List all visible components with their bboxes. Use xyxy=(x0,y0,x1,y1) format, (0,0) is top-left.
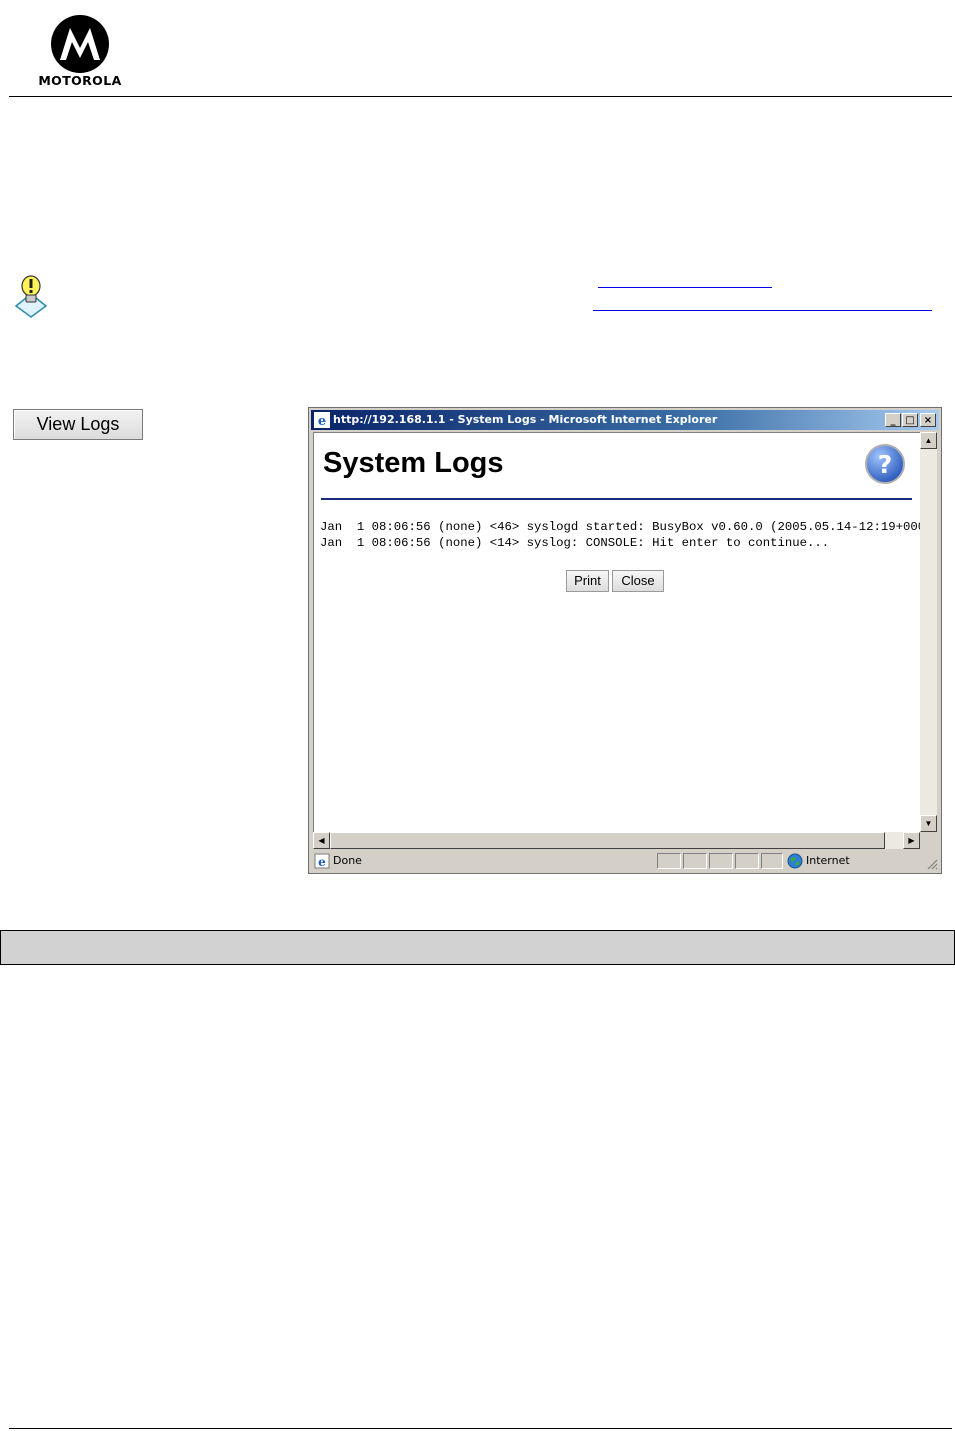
internet-explorer-icon: e xyxy=(314,412,330,428)
hyperlink-underline[interactable] xyxy=(593,310,932,311)
view-logs-button[interactable]: View Logs xyxy=(13,409,143,440)
section-bar xyxy=(0,930,955,965)
maximize-button[interactable]: □ xyxy=(902,413,918,427)
status-text: Done xyxy=(333,854,362,867)
scroll-left-icon[interactable]: ◀ xyxy=(313,832,330,849)
brand-wordmark: MOTOROLA xyxy=(38,73,122,88)
close-window-button[interactable]: × xyxy=(920,413,936,427)
status-pane xyxy=(683,853,707,869)
window-title-bar[interactable]: e http://192.168.1.1 - System Logs - Mic… xyxy=(311,410,939,430)
status-pane xyxy=(761,853,783,869)
status-pane xyxy=(657,853,681,869)
browser-window: e http://192.168.1.1 - System Logs - Mic… xyxy=(308,407,942,874)
log-line: Jan 1 08:06:56 (none) <46> syslogd start… xyxy=(320,520,921,534)
internet-zone-globe-icon xyxy=(787,853,803,869)
status-pane xyxy=(709,853,733,869)
horizontal-scrollbar[interactable]: ◀ ▶ xyxy=(313,832,920,849)
page-title: System Logs xyxy=(323,447,504,479)
security-zone-label: Internet xyxy=(806,854,850,867)
scroll-down-icon[interactable]: ▼ xyxy=(920,815,937,832)
scroll-up-icon[interactable]: ▲ xyxy=(920,432,937,449)
motorola-logo: MOTOROLA xyxy=(18,14,142,88)
scroll-right-icon[interactable]: ▶ xyxy=(903,832,920,849)
scrollbar-corner xyxy=(920,832,937,849)
lightbulb-tip-icon xyxy=(14,275,48,318)
close-button[interactable]: Close xyxy=(612,570,664,592)
svg-text:e: e xyxy=(318,414,326,428)
minimize-button[interactable]: _ xyxy=(885,413,901,427)
log-output: Jan 1 08:06:56 (none) <46> syslogd start… xyxy=(320,519,921,551)
svg-text:e: e xyxy=(318,855,326,869)
header-rule xyxy=(9,96,952,97)
footer-rule xyxy=(9,1428,952,1429)
help-icon[interactable]: ? xyxy=(864,443,906,485)
horizontal-scroll-thumb[interactable] xyxy=(330,832,885,849)
print-button[interactable]: Print xyxy=(566,570,609,592)
status-pane xyxy=(735,853,759,869)
svg-text:?: ? xyxy=(878,450,893,479)
vertical-scrollbar[interactable]: ▲ ▼ xyxy=(920,432,937,832)
status-bar: e Done Internet xyxy=(311,851,939,871)
page-viewport: System Logs ? Jan 1 08:06:56 (none) <46>… xyxy=(313,432,921,833)
window-title: http://192.168.1.1 - System Logs - Micro… xyxy=(333,413,718,426)
motorola-batwing-icon xyxy=(51,15,109,73)
page-done-icon: e xyxy=(314,853,330,869)
hyperlink-underline[interactable] xyxy=(598,287,772,288)
log-line: Jan 1 08:06:56 (none) <14> syslog: CONSO… xyxy=(320,536,830,550)
resize-grip-icon[interactable] xyxy=(926,858,938,870)
heading-divider xyxy=(321,498,912,500)
